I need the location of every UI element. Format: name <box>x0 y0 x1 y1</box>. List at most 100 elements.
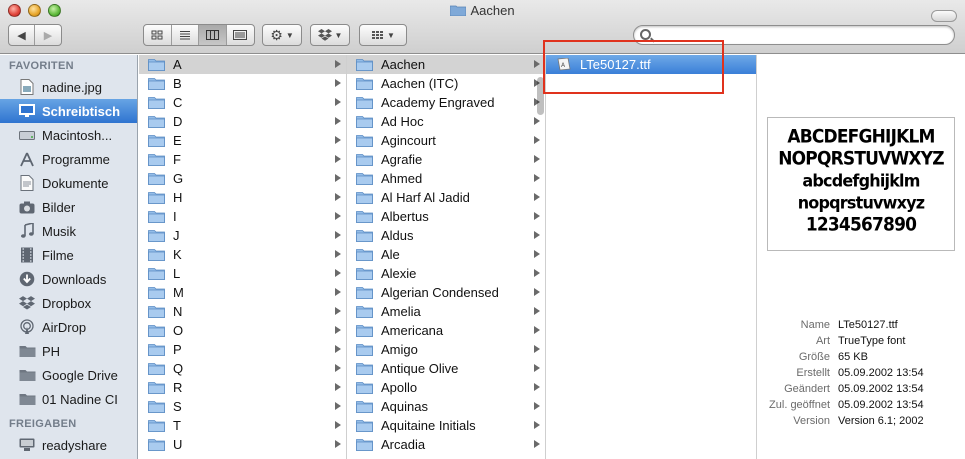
letter-folder-row[interactable]: E <box>139 131 346 150</box>
sidebar-item-schreibtisch[interactable]: Schreibtisch <box>0 99 137 123</box>
font-folder-row[interactable]: Aachen (ITC) <box>347 74 545 93</box>
font-folder-row-label: Algerian Condensed <box>381 285 499 300</box>
font-folder-row[interactable]: Apollo <box>347 378 545 397</box>
sidebar-item-dokumente[interactable]: Dokumente <box>0 171 137 195</box>
file-info-key: Geändert <box>784 383 830 395</box>
letter-folder-row-label: K <box>173 247 182 262</box>
action-menu-button[interactable]: ⚙ ▼ <box>262 24 302 46</box>
sidebar-item-readyshare[interactable]: readyshare <box>0 433 137 457</box>
font-folder-row[interactable]: Americana <box>347 321 545 340</box>
sidebar-item-dropbox[interactable]: Dropbox <box>0 291 137 315</box>
back-button[interactable]: ◀ <box>9 25 35 45</box>
chevron-down-icon: ▼ <box>334 30 343 40</box>
font-folder-row[interactable]: Albertus <box>347 207 545 226</box>
toolbar-toggle-button[interactable] <box>931 10 957 22</box>
font-folder-row-label: Antique Olive <box>381 361 459 376</box>
folder-icon <box>18 343 36 359</box>
letter-folder-row[interactable]: D <box>139 112 346 131</box>
applications-icon <box>18 151 36 167</box>
letter-folder-row[interactable]: G <box>139 169 346 188</box>
sidebar-item-label: Schreibtisch <box>42 103 121 119</box>
font-folder-row[interactable]: Antique Olive <box>347 359 545 378</box>
sidebar-item-label: readyshare <box>42 437 108 453</box>
column-fonts: Aachen Aachen (ITC) Academy Engraved Ad Hoc… <box>347 55 546 459</box>
letter-folder-row[interactable]: A <box>139 55 346 74</box>
letter-folder-row[interactable]: S <box>139 397 346 416</box>
sidebar-item-bilder[interactable]: Bilder <box>0 195 137 219</box>
font-folder-row[interactable]: Ahmed <box>347 169 545 188</box>
arrange-menu-button[interactable]: ▼ <box>359 24 407 46</box>
font-folder-row[interactable]: Arcadia <box>347 435 545 454</box>
disclosure-arrow-icon <box>335 174 341 182</box>
folder-icon <box>148 401 165 413</box>
coverflow-view-button[interactable] <box>227 25 254 45</box>
disclosure-arrow-icon <box>335 79 341 87</box>
letter-folder-row[interactable]: Q <box>139 359 346 378</box>
folder-icon <box>148 268 165 280</box>
letter-folder-row[interactable]: U <box>139 435 346 454</box>
folder-icon <box>148 97 165 109</box>
forward-button[interactable]: ▶ <box>35 25 61 45</box>
letter-folder-row[interactable]: R <box>139 378 346 397</box>
hard-drive-icon <box>18 127 36 143</box>
sidebar-item-programme[interactable]: Programme <box>0 147 137 171</box>
font-folder-row[interactable]: Aachen <box>347 55 545 74</box>
font-folder-row[interactable]: Agincourt <box>347 131 545 150</box>
sidebar-item-ph[interactable]: PH <box>0 339 137 363</box>
column-view-button[interactable] <box>199 25 227 45</box>
letter-folder-row[interactable]: L <box>139 264 346 283</box>
sidebar-item-musik[interactable]: Musik <box>0 219 137 243</box>
font-folder-row[interactable]: Agrafie <box>347 150 545 169</box>
file-info-value: 05.09.2002 13:54 <box>838 367 924 379</box>
disclosure-arrow-icon <box>534 155 540 163</box>
disclosure-arrow-icon <box>534 231 540 239</box>
sidebar-item-filme[interactable]: Filme <box>0 243 137 267</box>
window-title-text: Aachen <box>470 3 515 18</box>
font-folder-row[interactable]: Academy Engraved <box>347 93 545 112</box>
sidebar-item-google-drive[interactable]: Google Drive <box>0 363 137 387</box>
font-folder-row[interactable]: Ale <box>347 245 545 264</box>
file-info-key: Zul. geöffnet <box>769 399 830 411</box>
letter-folder-row[interactable]: T <box>139 416 346 435</box>
font-folder-row[interactable]: Alexie <box>347 264 545 283</box>
sidebar-item-airdrop[interactable]: AirDrop <box>0 315 137 339</box>
letter-folder-row[interactable]: M <box>139 283 346 302</box>
disclosure-arrow-icon <box>534 421 540 429</box>
sidebar-item-nadine-jpg[interactable]: nadine.jpg <box>0 75 137 99</box>
font-sample-preview: ABCDEFGHIJKLM NOPQRSTUVWXYZ abcdefghijklm n… <box>767 117 955 251</box>
letter-folder-row-label: D <box>173 114 183 129</box>
sidebar-item-label: Programme <box>42 151 110 167</box>
sidebar-item-downloads[interactable]: Downloads <box>0 267 137 291</box>
font-folder-row[interactable]: Ad Hoc <box>347 112 545 131</box>
disclosure-arrow-icon <box>534 193 540 201</box>
sidebar-item-01-nadine-ci[interactable]: 01 Nadine CI <box>0 387 137 411</box>
letter-folder-row[interactable]: H <box>139 188 346 207</box>
letter-folder-row[interactable]: I <box>139 207 346 226</box>
letter-folder-row[interactable]: B <box>139 74 346 93</box>
sidebar-item-macintosh[interactable]: Macintosh... <box>0 123 137 147</box>
disclosure-arrow-icon <box>534 269 540 277</box>
letter-folder-row[interactable]: C <box>139 93 346 112</box>
letter-folder-row[interactable]: O <box>139 321 346 340</box>
letter-folder-row[interactable]: K <box>139 245 346 264</box>
folder-icon <box>148 154 165 166</box>
font-sample-line: ABCDEFGHIJKLM <box>787 126 935 148</box>
font-folder-row[interactable]: Amigo <box>347 340 545 359</box>
font-folder-row[interactable]: Al Harf Al Jadid <box>347 188 545 207</box>
font-folder-row[interactable]: Aquitaine Initials <box>347 416 545 435</box>
folder-icon <box>356 173 373 185</box>
letter-folder-row[interactable]: P <box>139 340 346 359</box>
font-folder-row[interactable]: Algerian Condensed <box>347 283 545 302</box>
font-folder-row[interactable]: Aquinas <box>347 397 545 416</box>
letter-folder-row[interactable]: J <box>139 226 346 245</box>
gear-icon: ⚙ <box>270 26 283 43</box>
letter-folder-row[interactable]: F <box>139 150 346 169</box>
font-folder-row[interactable]: Aldus <box>347 226 545 245</box>
folder-icon <box>148 382 165 394</box>
disclosure-arrow-icon <box>335 60 341 68</box>
icon-view-button[interactable] <box>144 25 172 45</box>
font-folder-row[interactable]: Amelia <box>347 302 545 321</box>
list-view-button[interactable] <box>172 25 199 45</box>
letter-folder-row[interactable]: N <box>139 302 346 321</box>
dropbox-menu-button[interactable]: ▼ <box>310 24 350 46</box>
